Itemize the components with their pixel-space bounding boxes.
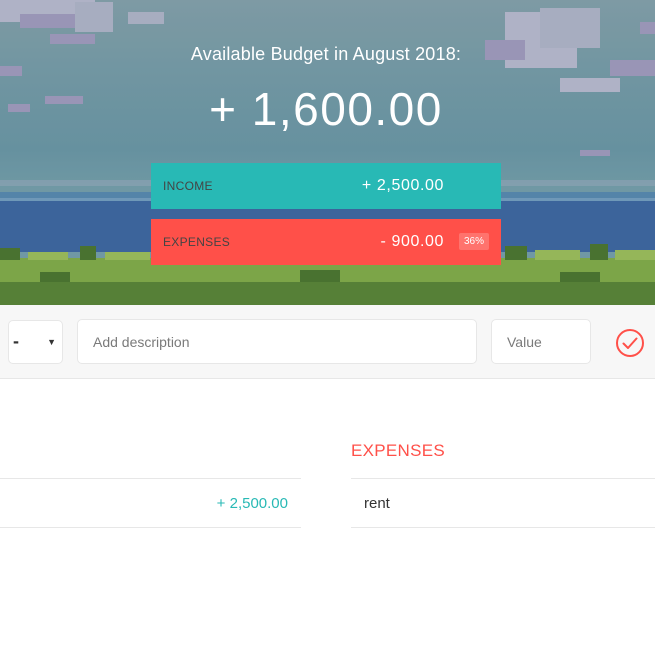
expense-list-item: rent	[351, 478, 655, 528]
expenses-list-title: EXPENSES	[351, 441, 446, 460]
expenses-label: EXPENSES	[163, 235, 231, 249]
expenses-percentage-badge: 36%	[458, 233, 489, 250]
budget-value: + 1,600.00	[209, 83, 443, 135]
budget-title: Available Budget in August 2018:	[190, 44, 462, 64]
income-label: INCOME	[163, 179, 213, 193]
income-item-value: + 2,500.00	[216, 494, 288, 512]
expenses-value: - 900.00	[380, 233, 444, 250]
expense-item-description: rent	[364, 494, 390, 512]
type-select[interactable]: - ▼	[8, 320, 63, 364]
chevron-down-icon: ▼	[47, 337, 56, 347]
income-value: + 2,500.00	[361, 177, 444, 194]
income-list-item: + 2,500.00	[0, 478, 301, 528]
income-summary: INCOME + 2,500.00	[151, 163, 501, 209]
add-item-bar: - ▼	[0, 305, 655, 379]
description-input[interactable]	[77, 319, 477, 364]
expenses-summary: EXPENSES - 900.00 36%	[151, 219, 501, 265]
value-input[interactable]	[491, 319, 591, 364]
check-circle-icon[interactable]	[614, 327, 646, 359]
type-select-value: -	[13, 331, 19, 351]
